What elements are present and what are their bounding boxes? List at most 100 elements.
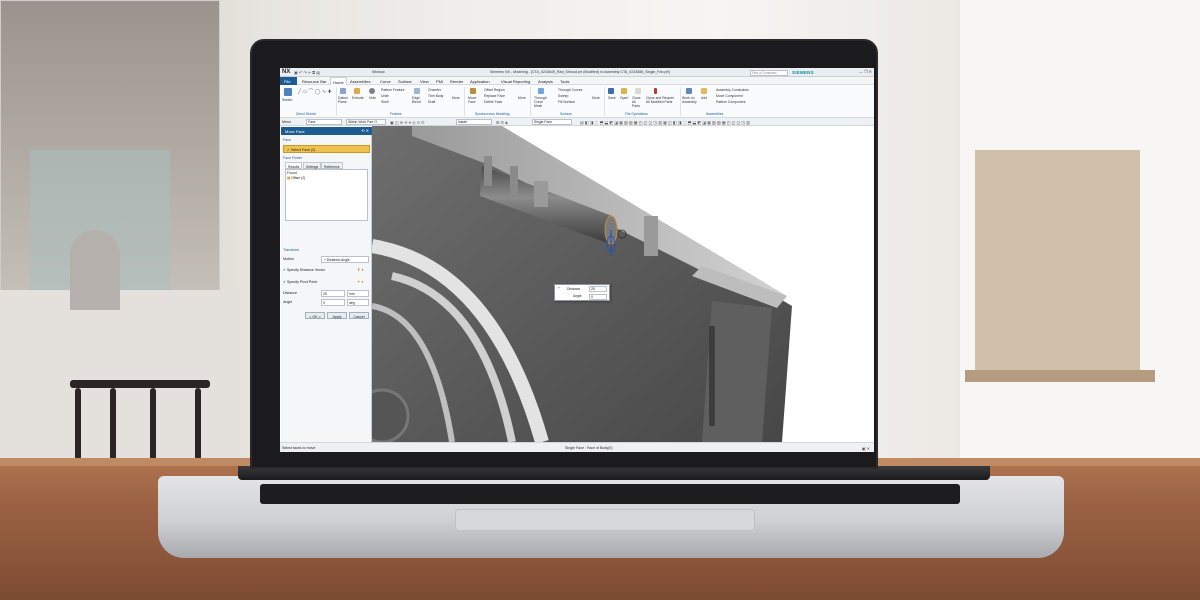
trim-body-button[interactable]: Trim Body [428, 94, 443, 98]
add-component-icon[interactable] [701, 88, 707, 94]
more-feature-button[interactable]: More [452, 96, 460, 100]
menu-tools[interactable]: Tools [560, 79, 569, 84]
edge-blend-icon[interactable] [414, 88, 420, 94]
found-list[interactable]: Found ▦ Offset (2) [285, 169, 368, 221]
transform-section-header[interactable]: Transform [283, 248, 370, 252]
popup-distance-input[interactable]: 25 [589, 285, 607, 292]
unite-button[interactable]: Unite [381, 94, 389, 98]
open-button[interactable]: Open [620, 96, 628, 100]
offset-region-button[interactable]: Offset Region [484, 88, 505, 92]
graphics-viewport[interactable] [372, 126, 874, 442]
angle-input[interactable]: 0 [321, 299, 345, 306]
menu-curve[interactable]: Curve [380, 79, 391, 84]
command-search-input[interactable]: Find a Command [750, 69, 788, 76]
close-and-reopen-button[interactable]: Close and Reopen All Modified Parts [646, 96, 676, 104]
select-face-row[interactable]: ✔ Select Face (2) [283, 145, 370, 153]
dynamic-input-popup[interactable]: ↗ Distance 25 Angle 0 [554, 284, 610, 301]
cancel-button[interactable]: Cancel [349, 312, 369, 319]
work-on-assembly-button[interactable]: Work on Assembly [682, 96, 697, 104]
popup-angle-input[interactable]: 0 [589, 293, 607, 300]
distance-input[interactable]: 25 [321, 290, 345, 297]
through-curve-mesh-button[interactable]: Through Curve Mesh [534, 96, 552, 108]
tab-reference[interactable]: Reference [321, 162, 343, 169]
face-finder-section-header[interactable]: Face Finder [283, 156, 370, 160]
menu-pmi[interactable]: PMI [436, 79, 443, 84]
close-all-parts-button[interactable]: Close All Parts [632, 96, 644, 108]
apply-button[interactable]: Apply [327, 312, 347, 319]
datum-plane-button[interactable]: Datum Plane [338, 96, 352, 104]
quick-access-toolbar[interactable]: ▣ ↶ ↷ ✂ ⧉ ▤ [294, 70, 320, 75]
ribbon-separator [336, 87, 337, 116]
menu-render[interactable]: Render [450, 79, 463, 84]
menu-button[interactable]: Menu [282, 120, 291, 124]
point-dialog-icon[interactable]: ✦ ▾ [357, 279, 363, 284]
draft-button[interactable]: Draft [428, 100, 435, 104]
view-toolbar-icons[interactable]: ▤ ◧ ◨ ⬚ ⬒ ⬓ ◩ ◪ ▦ ▧ ▨ ▩ ◰ ◱ ◲ ◳ ▥ ▦ ◫ ◧ … [580, 120, 750, 125]
face-section-header[interactable]: Face [283, 138, 370, 142]
hole-button[interactable]: Hole [369, 96, 376, 100]
menu-home[interactable]: Home [330, 77, 347, 85]
shell-button[interactable]: Shell [381, 100, 389, 104]
datum-plane-icon[interactable] [340, 88, 346, 94]
assembly-constraints-button[interactable]: Assembly Constraints [716, 88, 749, 92]
dialog-close-icon[interactable]: ⟲ ✕ [361, 128, 369, 133]
extrude-button[interactable]: Extrude [352, 96, 364, 100]
through-curve-mesh-icon[interactable] [538, 88, 544, 94]
window-controls[interactable]: — ❐ ✕ [859, 69, 872, 74]
found-list-item[interactable]: ▦ Offset (2) [287, 176, 366, 180]
through-curves-button[interactable]: Through Curves [558, 88, 582, 92]
edge-blend-button[interactable]: Edge Blend [412, 96, 424, 104]
popup-angle-label: Angle [573, 294, 582, 298]
extrude-icon[interactable] [354, 88, 360, 94]
save-icon[interactable] [608, 88, 614, 94]
sketch-curve-tools[interactable]: ╱ ▭ ⌒ ◯ ∿ ✚ [298, 88, 332, 95]
delete-face-button[interactable]: Delete Face [484, 100, 502, 104]
sketch-button[interactable]: Sketch [282, 98, 292, 102]
hole-icon[interactable] [369, 88, 375, 94]
angle-unit-dropdown[interactable]: deg [347, 299, 369, 306]
menu-view[interactable]: View [420, 79, 429, 84]
pattern-component-button[interactable]: Pattern Component [716, 100, 745, 104]
laptop-trackpad[interactable] [455, 509, 755, 531]
work-on-assembly-icon[interactable] [686, 88, 692, 94]
replace-face-button[interactable]: Replace Face [484, 94, 505, 98]
menu-resource-bar[interactable]: Resource Bar [302, 79, 326, 84]
fan-hub [372, 388, 410, 442]
window-menu[interactable]: Window [372, 70, 385, 74]
move-component-button[interactable]: Move Component [716, 94, 743, 98]
chamfer-button[interactable]: Chamfer [428, 88, 441, 92]
menu-file[interactable]: File [280, 77, 297, 85]
move-face-icon[interactable] [470, 88, 476, 94]
more-sync-button[interactable]: More [518, 96, 526, 100]
sketch-icon[interactable] [284, 88, 292, 96]
vector-dialog-icon[interactable]: ⬆ ▾ [357, 267, 363, 272]
selection-filter-dropdown[interactable]: Face [306, 119, 342, 125]
selection-intent-icons[interactable]: ⊞ ⊟ ◈ [496, 120, 508, 125]
motion-dropdown[interactable]: ↗ Distance-Angle [321, 256, 369, 263]
tab-settings[interactable]: Settings [303, 162, 322, 169]
selection-scope-dropdown[interactable]: Within Work Part O [346, 119, 386, 125]
more-surface-button[interactable]: More [592, 96, 600, 100]
close-all-icon[interactable] [635, 88, 641, 94]
menu-application[interactable]: Application [470, 79, 490, 84]
save-button[interactable]: Save [608, 96, 616, 100]
menu-surface[interactable]: Surface [398, 79, 412, 84]
tab-results[interactable]: Results [285, 162, 303, 169]
menu-visual-reporting[interactable]: Visual Reporting [501, 79, 530, 84]
inside-dropdown[interactable]: Inside [456, 119, 492, 125]
snap-point-toolbar[interactable]: ▣ ◫ ⊕ ✢ ⌖ ◎ ⊙ ⊡ [390, 120, 425, 125]
fill-surface-button[interactable]: Fill Surface [558, 100, 575, 104]
move-face-button[interactable]: Move Face [468, 96, 479, 104]
menu-analysis[interactable]: Analysis [538, 79, 553, 84]
pattern-feature-button[interactable]: Pattern Feature [381, 88, 405, 92]
status-icons[interactable]: ▣ ✕ [862, 446, 870, 451]
background-chair-leg [75, 388, 81, 460]
menu-assemblies[interactable]: Assemblies [350, 79, 370, 84]
add-button[interactable]: Add [701, 96, 707, 100]
reopen-alert-icon[interactable] [654, 88, 657, 94]
open-folder-icon[interactable] [621, 88, 627, 94]
distance-unit-dropdown[interactable]: mm [347, 290, 369, 297]
sweep-button[interactable]: Sweep [558, 94, 568, 98]
face-rule-dropdown[interactable]: Single Face [532, 119, 572, 125]
ok-button[interactable]: < OK > [305, 312, 325, 319]
